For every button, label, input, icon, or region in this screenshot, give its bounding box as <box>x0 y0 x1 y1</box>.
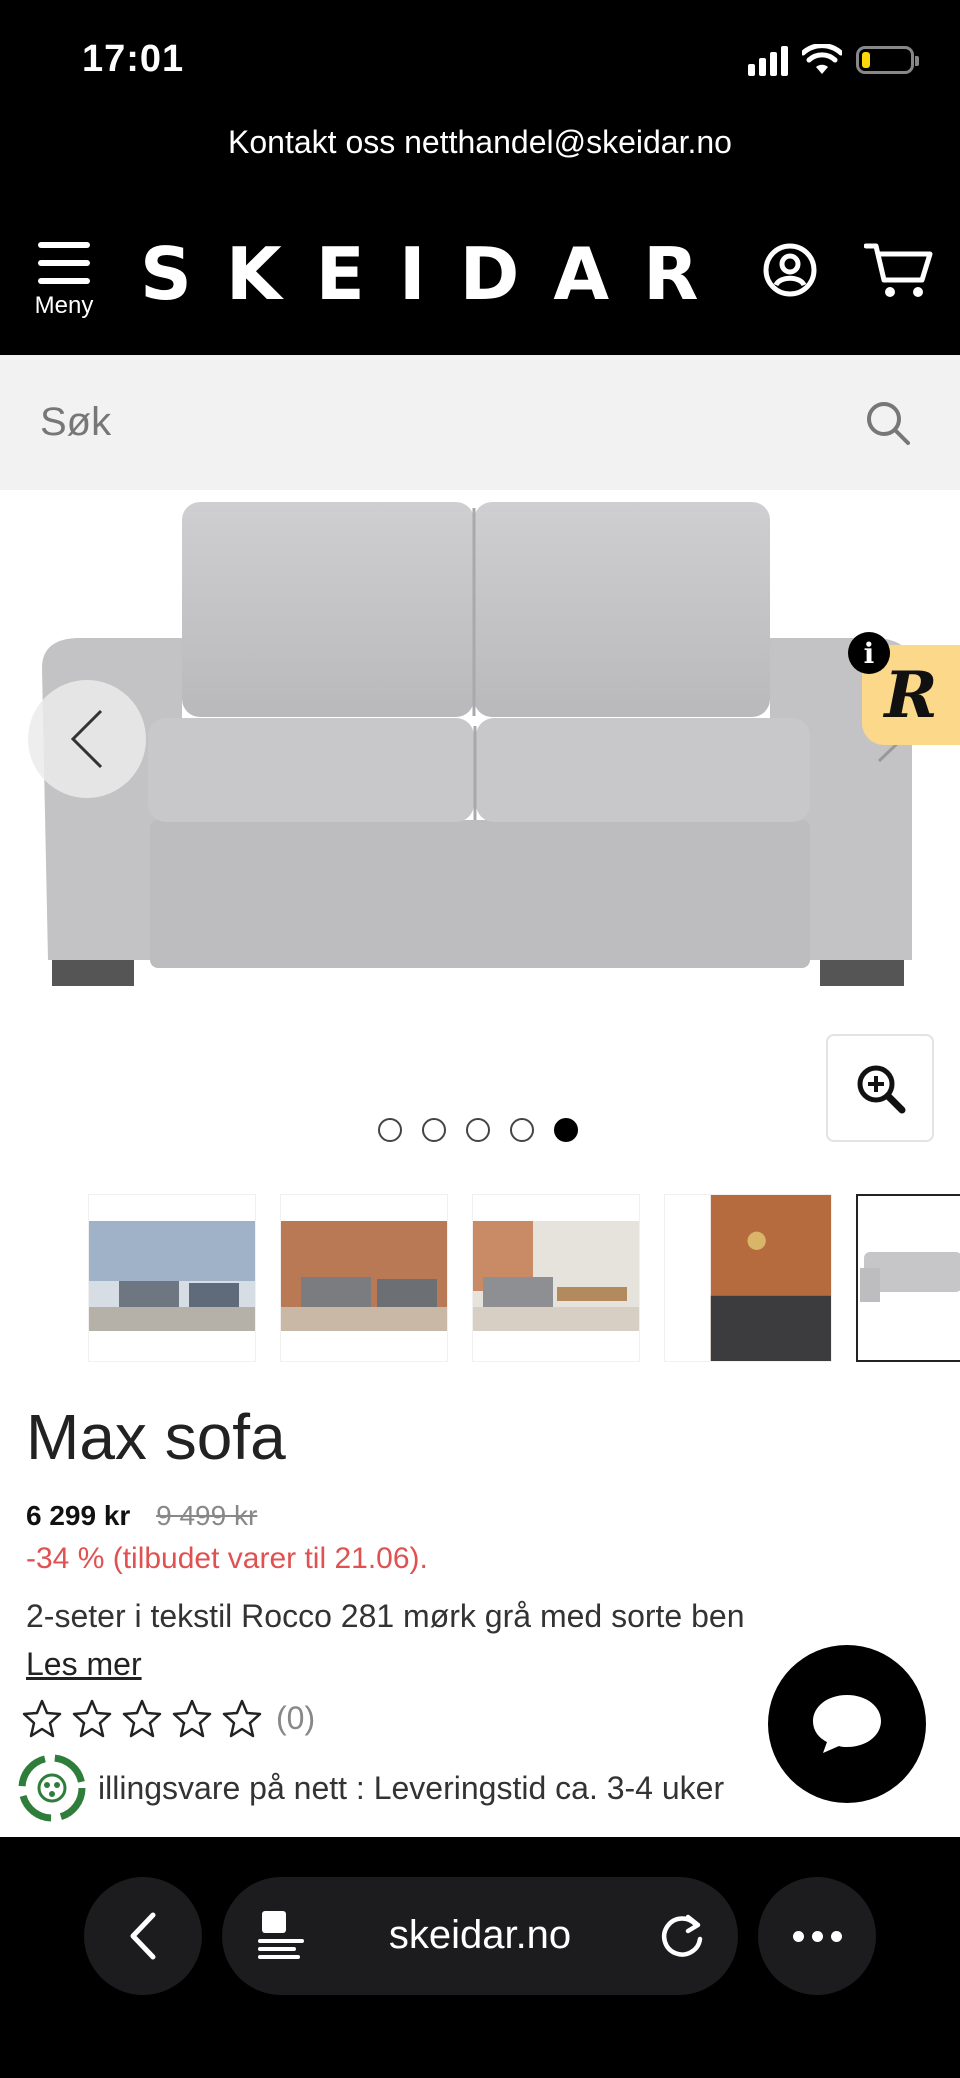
pagination-dot[interactable] <box>466 1118 490 1142</box>
wifi-icon <box>802 44 842 74</box>
status-bar: 17:01 <box>0 0 960 110</box>
thumbnail-1[interactable] <box>88 1194 256 1362</box>
info-icon[interactable]: i <box>848 632 890 674</box>
browser-toolbar: skeidar.no <box>0 1837 960 2078</box>
search-icon[interactable] <box>864 399 912 447</box>
product-page: R i Max sofa 6 299 kr 9 499 kr -34 % (ti… <box>0 490 960 1837</box>
price-row: 6 299 kr 9 499 kr <box>26 1500 257 1532</box>
gallery-pagination <box>378 1118 578 1142</box>
read-more-link[interactable]: Les mer <box>26 1646 142 1683</box>
status-time: 17:01 <box>82 38 185 80</box>
pagination-dot[interactable] <box>510 1118 534 1142</box>
account-icon[interactable] <box>762 242 818 298</box>
address-bar[interactable]: skeidar.no <box>222 1877 738 1995</box>
pagination-dot[interactable] <box>422 1118 446 1142</box>
chevron-left-icon <box>70 709 103 769</box>
thumbnail-image <box>281 1221 447 1331</box>
site-header: Meny SKEIDAR <box>0 210 960 355</box>
more-options-button[interactable] <box>758 1877 876 1995</box>
chat-bubble-icon <box>813 1695 881 1753</box>
product-image-gallery[interactable]: R i <box>0 490 960 1010</box>
hamburger-icon <box>38 240 90 286</box>
current-price: 6 299 kr <box>26 1500 131 1531</box>
star-icon <box>122 1699 162 1738</box>
thumbnail-2[interactable] <box>280 1194 448 1362</box>
pagination-dot-active[interactable] <box>554 1118 578 1142</box>
star-icon <box>72 1699 112 1738</box>
thumbnail-image <box>473 1221 639 1331</box>
reload-icon[interactable] <box>656 1909 708 1961</box>
thumbnail-image <box>665 1195 831 1361</box>
thumbnail-strip <box>0 1194 960 1362</box>
eco-recycle-icon <box>18 1754 86 1822</box>
star-icon <box>172 1699 212 1738</box>
chat-button[interactable] <box>768 1645 926 1803</box>
cellular-signal-icon <box>748 44 788 76</box>
delivery-text: illingsvare på nett : Leveringstid ca. 3… <box>98 1769 725 1806</box>
pagination-dot[interactable] <box>378 1118 402 1142</box>
menu-button[interactable]: Meny <box>30 240 98 320</box>
search-bar <box>0 355 960 490</box>
original-price: 9 499 kr <box>156 1500 258 1531</box>
thumbnail-4[interactable] <box>664 1194 832 1362</box>
menu-label: Meny <box>34 292 94 319</box>
browser-back-button[interactable] <box>84 1877 202 1995</box>
chevron-left-icon <box>130 1912 156 1960</box>
battery-icon <box>856 46 919 74</box>
cart-icon[interactable] <box>864 240 934 302</box>
contact-banner[interactable]: Kontakt oss netthandel@skeidar.no <box>0 110 960 210</box>
search-input[interactable] <box>40 391 820 453</box>
discount-text: -34 % (tilbudet varer til 21.06). <box>26 1542 428 1575</box>
thumbnail-image <box>89 1221 255 1331</box>
zoom-button[interactable] <box>826 1034 934 1142</box>
zoom-in-icon <box>857 1065 906 1114</box>
thumbnail-5[interactable] <box>856 1194 960 1362</box>
product-description: 2-seter i tekstil Rocco 281 mørk grå med… <box>26 1598 745 1634</box>
status-icons <box>748 44 919 76</box>
previous-image-button[interactable] <box>28 680 146 798</box>
skeidar-logo[interactable]: SKEIDAR <box>140 232 733 316</box>
star-icon <box>22 1699 62 1738</box>
star-icon <box>222 1699 262 1738</box>
rating-stars[interactable]: (0) <box>22 1698 315 1738</box>
rating-count: (0) <box>276 1699 316 1736</box>
product-title: Max sofa <box>26 1401 286 1473</box>
thumbnail-image <box>858 1222 960 1332</box>
thumbnail-3[interactable] <box>472 1194 640 1362</box>
